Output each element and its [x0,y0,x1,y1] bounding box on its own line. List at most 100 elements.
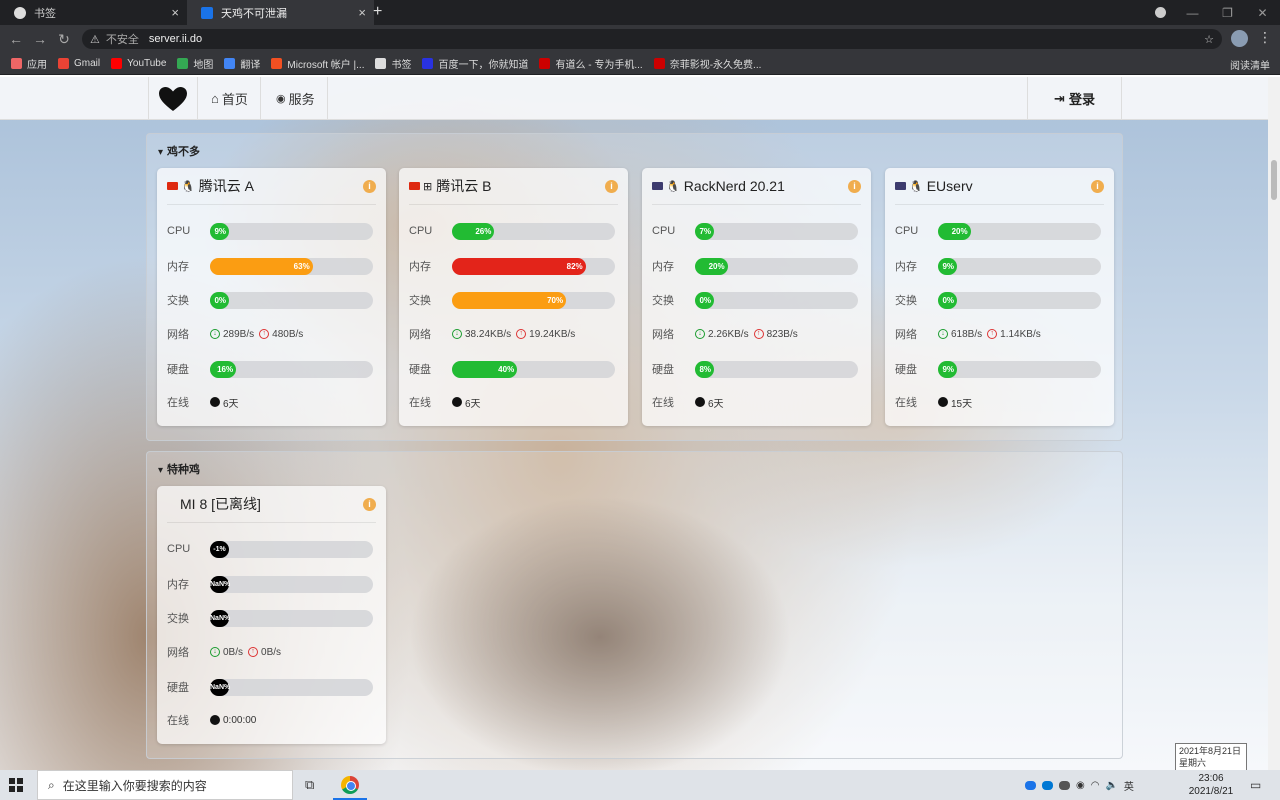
restore-icon[interactable]: ❐ [1210,6,1245,20]
tab-current[interactable]: 天鸡不可泄漏 × [187,0,374,25]
back-icon[interactable]: ← [4,31,28,47]
bookmark-item[interactable]: 奈菲影视-永久免费... [653,56,761,71]
cpu-bar: 20% [938,222,1101,240]
tooltip-date: 2021年8月21日 [1179,746,1242,756]
nav-service[interactable]: ◉ 服务 [264,77,328,120]
menu-icon[interactable]: ⋮ [1258,29,1272,46]
info-icon[interactable]: i [363,498,376,511]
cpu-row: CPU 9% [167,221,376,241]
cpu-row: CPU 7% [652,221,861,241]
forward-icon[interactable]: → [28,31,52,47]
ime-indicator[interactable]: 英 [1124,778,1134,793]
nav-service-label: 服务 [288,92,315,107]
cpu-fill: 26% [452,222,495,240]
cpu-bar: -1% [210,540,373,558]
server-card: 🐧 腾讯云 A i CPU 9% 内存 63% 交换 0% 网络 ↓ 289B/s ↑ 480B/s 硬盘 1… [157,168,386,426]
profile-avatar[interactable] [1231,30,1248,47]
bookmark-item[interactable]: Microsoft 帐户 |... [271,56,364,71]
clock-icon [695,397,705,407]
server-name: MI 8 [已离线] [180,496,261,512]
info-icon[interactable]: i [848,180,861,193]
download-arrow-icon: ↓ [695,329,705,339]
info-icon[interactable]: i [605,180,618,193]
rss-icon: ◉ [276,93,286,105]
sign-in-icon: ⇥ [1054,90,1065,106]
bookmark-item[interactable]: 有道么 - 专为手机... [539,56,643,71]
swap-bar: 0% [938,291,1101,309]
server-name: 腾讯云 B [436,178,492,194]
tab-search-icon[interactable] [1155,7,1166,18]
memory-label: 内存 [652,261,674,273]
disk-fill: 9% [938,360,957,378]
taskbar-search-input[interactable]: ⌕ 在这里输入你要搜索的内容 [37,770,293,800]
bookmark-item[interactable]: Gmail [58,58,100,69]
bookmark-item[interactable]: 书签 [375,56,411,71]
notification-icon[interactable]: ▭ [1250,778,1261,792]
new-tab-button[interactable]: + [373,3,382,21]
tray-app-icon[interactable]: ◉ [1076,780,1085,791]
country-flag-icon [167,182,178,190]
bookmark-item[interactable]: 地图 [177,56,213,71]
swap-label: 交换 [409,295,431,307]
reading-list-button[interactable]: 阅读清单 [1230,57,1270,72]
memory-fill: 20% [695,257,728,275]
cloud-icon[interactable] [1042,780,1053,790]
swap-fill: 0% [938,291,957,309]
bookmark-icon [271,58,283,69]
download-arrow-icon: ↓ [938,329,948,339]
info-icon[interactable]: i [1091,180,1104,193]
info-icon[interactable]: i [363,180,376,193]
login-button[interactable]: ⇥ 登录 [1027,77,1122,120]
group-title[interactable]: 特种鸡 [158,461,200,477]
onedrive-icon[interactable] [1025,780,1036,790]
logo-heart-icon[interactable] [148,77,198,120]
date-tooltip: 2021年8月21日 星期六 [1175,743,1247,771]
tooltip-weekday: 星期六 [1179,758,1207,768]
login-label: 登录 [1068,92,1095,107]
network-in: 0B/s [223,646,244,658]
reload-icon[interactable]: ↻ [52,31,76,48]
windows-start-icon[interactable] [9,778,23,792]
swap-bar: 0% [695,291,858,309]
download-arrow-icon: ↓ [452,329,462,339]
tab-strip: 书签 × 天鸡不可泄漏 × + — ❐ ✕ [0,0,1280,25]
bookmark-icon [177,58,189,69]
chrome-icon[interactable] [341,776,359,794]
swap-label: 交换 [167,295,189,307]
uptime-text: 15天 [951,398,973,410]
bookmark-item[interactable]: 应用 [11,56,47,71]
close-tab-icon[interactable]: × [171,5,179,20]
network-icon[interactable]: ◠ [1091,780,1100,791]
warning-icon: ⚠ [90,33,100,46]
task-view-icon[interactable]: ⧉ [305,777,314,793]
volume-icon[interactable]: 🔈 [1105,780,1117,791]
memory-label: 内存 [167,261,189,273]
network-out: 1.14KB/s [1000,328,1041,340]
uptime-row: 在线 6天 [652,392,861,412]
bookmark-item[interactable]: 百度一下，你就知道 [422,56,528,71]
bookmark-label: YouTube [127,58,167,69]
scrollbar-thumb[interactable] [1271,160,1277,200]
close-tab-icon[interactable]: × [358,5,366,20]
group-title[interactable]: 鸡不多 [158,143,200,159]
minimize-icon[interactable]: — [1175,6,1210,20]
swap-fill: NaN% [210,609,230,627]
nav-home[interactable]: ⌂ 首页 [199,77,261,120]
bookmark-item[interactable]: YouTube [111,58,166,69]
page-scrollbar[interactable] [1268,77,1280,770]
tab-bookmarks[interactable]: 书签 × [0,0,187,25]
taskbar-clock[interactable]: 23:06 2021/8/21 [1186,772,1236,798]
disk-fill: NaN% [210,678,230,696]
address-bar[interactable]: ⚠ 不安全 server.ii.do ☆ [82,29,1222,49]
taskbar: ⌕ 在这里输入你要搜索的内容 ⧉ ◉ ◠ 🔈 英 23:06 2021/8/21… [0,770,1280,800]
cpu-bar: 9% [210,222,373,240]
close-window-icon[interactable]: ✕ [1245,6,1280,20]
clock-icon [210,715,220,725]
linux-icon: 🐧 [909,180,923,193]
cpu-fill: -1% [210,540,229,558]
bookmark-item[interactable]: 翻译 [224,56,260,71]
cloud-sync-icon[interactable] [1059,780,1070,790]
bookmark-star-icon[interactable]: ☆ [1204,33,1214,46]
swap-row: 交换 0% [652,290,861,310]
swap-fill: 0% [695,291,714,309]
